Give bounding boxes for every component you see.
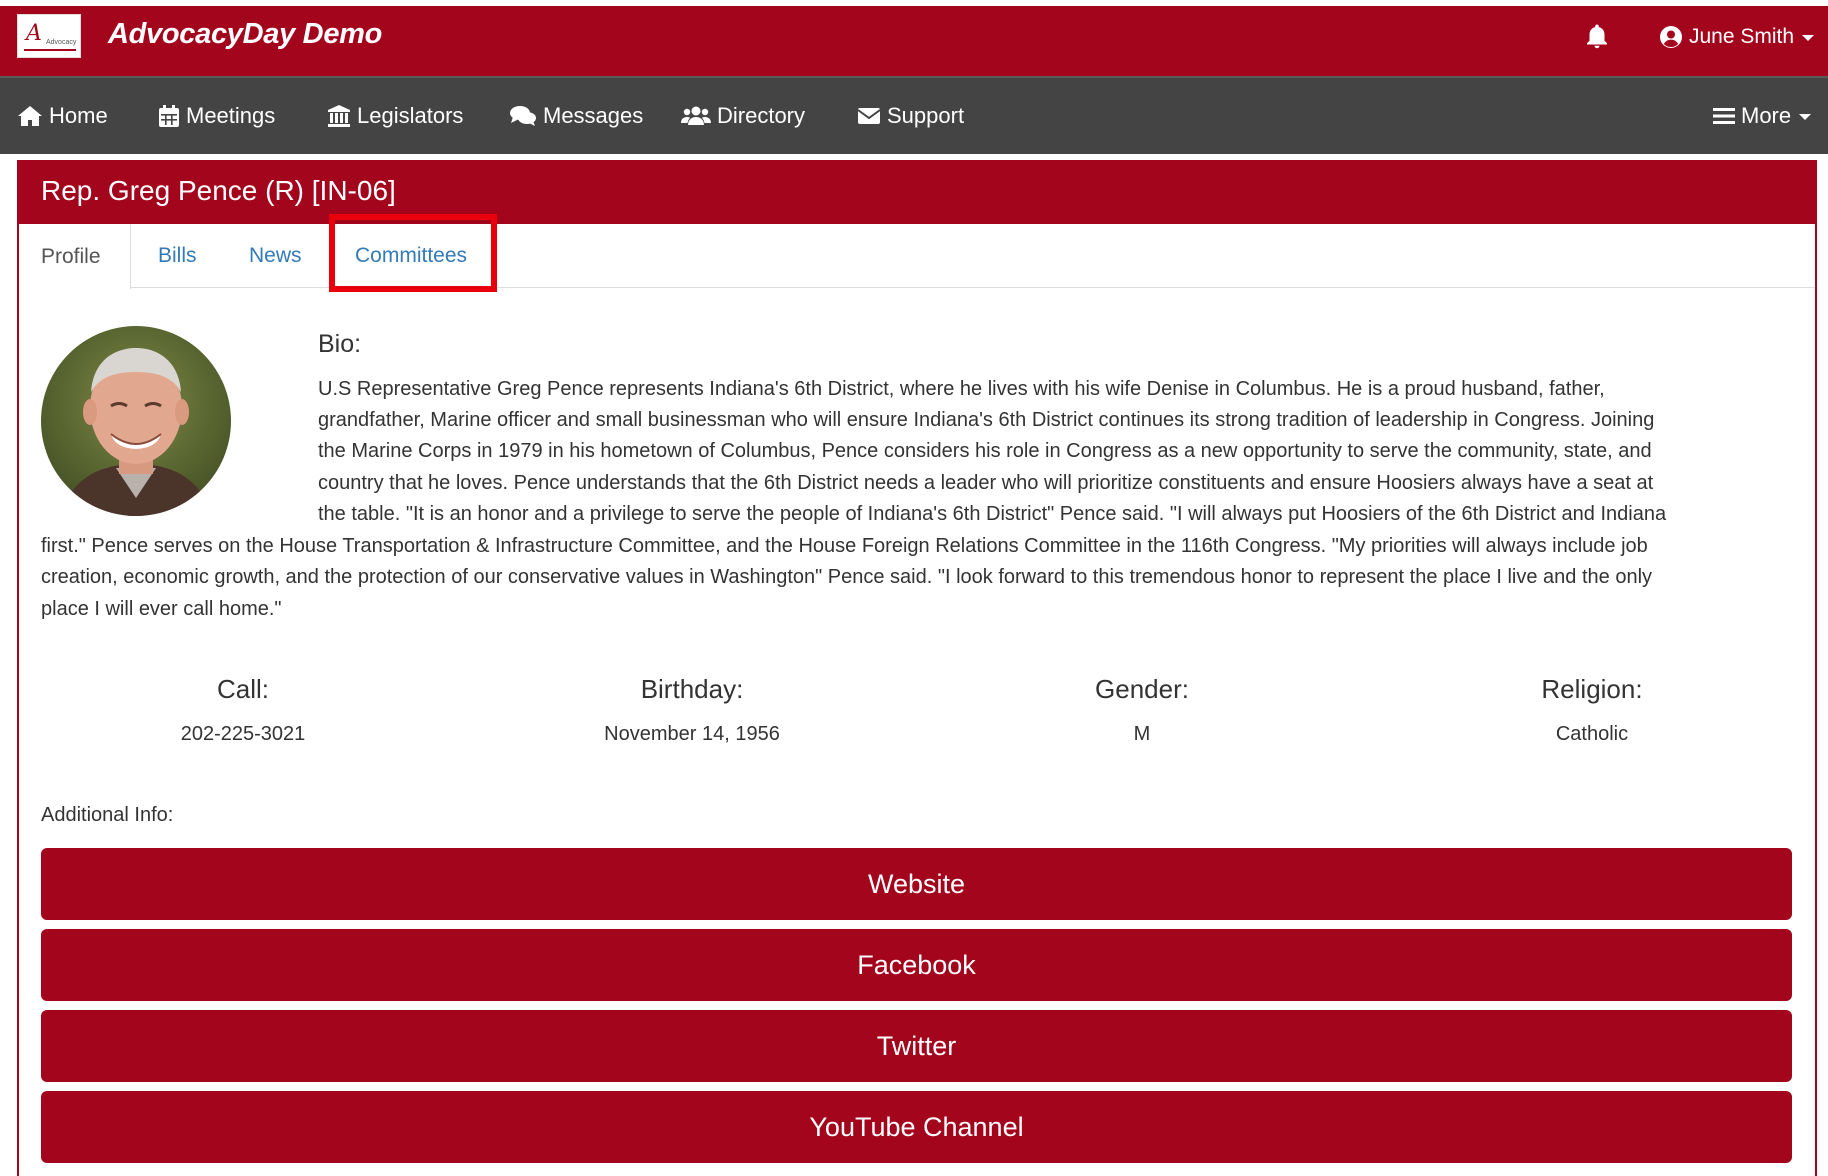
- tab-label: News: [249, 244, 302, 267]
- user-menu[interactable]: June Smith: [1659, 20, 1815, 54]
- user-circle-icon: [1660, 26, 1682, 48]
- bio-text-line: place I will ever call home.": [41, 598, 282, 620]
- bio-text-line: the Marine Corps in 1979 in his hometown…: [318, 440, 1652, 462]
- bio-text-line: first." Pence serves on the House Transp…: [41, 535, 1648, 557]
- stat-value: M: [1133, 723, 1151, 745]
- calendar-icon: [159, 105, 179, 127]
- stat-label: Birthday:: [640, 674, 744, 704]
- comments-icon: [510, 106, 536, 126]
- nav-support[interactable]: Support: [857, 98, 964, 134]
- profile-tabs: Profile Bills News Committees: [19, 224, 1815, 289]
- twitter-button[interactable]: Twitter: [41, 1010, 1792, 1082]
- legislator-panel: Rep. Greg Pence (R) [IN-06] Profile Bill…: [17, 160, 1817, 1176]
- institution-icon: [328, 105, 350, 127]
- tab-news[interactable]: News: [249, 224, 302, 288]
- envelope-icon: [857, 108, 881, 124]
- user-name: June Smith: [1689, 25, 1795, 48]
- website-button[interactable]: Website: [41, 848, 1792, 920]
- tab-label: Profile: [41, 244, 101, 268]
- tab-label: Bills: [158, 244, 197, 267]
- users-icon: [681, 106, 711, 125]
- facebook-button[interactable]: Facebook: [41, 929, 1792, 1001]
- nav-label: Messages: [543, 103, 644, 128]
- home-icon: [18, 106, 42, 126]
- nav-label: Legislators: [357, 103, 464, 128]
- nav-meetings[interactable]: Meetings: [158, 98, 275, 134]
- stat-call: Call: 202-225-3021: [33, 674, 453, 746]
- stat-value: November 14, 1956: [604, 723, 780, 745]
- menu-icon: [1713, 108, 1735, 124]
- bio-text-line: creation, economic growth, and the prote…: [41, 566, 1653, 588]
- bell-icon[interactable]: [1582, 22, 1612, 52]
- nav-more-label: More: [1741, 103, 1792, 128]
- nav-label: Meetings: [186, 103, 276, 128]
- bio-text-line: the table. "It is an honor and a privile…: [318, 503, 1667, 525]
- stat-birthday: Birthday: November 14, 1956: [482, 674, 902, 746]
- bio-label: Bio:: [318, 330, 362, 358]
- logo-text: Advocacy: [46, 39, 77, 46]
- chevron-down-icon: [1802, 35, 1815, 41]
- stat-gender: Gender: M: [932, 674, 1352, 746]
- nav-directory[interactable]: Directory: [681, 98, 805, 134]
- panel-header: Rep. Greg Pence (R) [IN-06]: [19, 162, 1815, 224]
- stat-label: Gender:: [1095, 674, 1189, 704]
- stat-religion: Religion: Catholic: [1382, 674, 1802, 746]
- nav-label: Support: [887, 103, 965, 128]
- nav-home[interactable]: Home: [17, 98, 108, 134]
- app-title[interactable]: AdvocacyDay Demo: [108, 18, 382, 51]
- chevron-down-icon: [1799, 114, 1812, 120]
- legislator-photo: [41, 326, 231, 516]
- additional-info-label: Additional Info:: [41, 804, 174, 826]
- bio-text-line: grandfather, Marine officer and small bu…: [318, 409, 1655, 431]
- tab-bills[interactable]: Bills: [158, 224, 197, 288]
- nav-messages[interactable]: Messages: [509, 98, 643, 134]
- stat-value: Catholic: [1555, 723, 1629, 745]
- stat-label: Call:: [216, 674, 269, 704]
- legislator-name: Rep. Greg Pence (R) [IN-06]: [41, 175, 396, 206]
- main-nav: Home Meetings Legislators Messages Direc…: [0, 76, 1828, 154]
- tab-profile[interactable]: Profile: [19, 224, 131, 289]
- nav-legislators[interactable]: Legislators: [327, 98, 463, 134]
- bio-text-line: U.S Representative Greg Pence represents…: [318, 378, 1605, 400]
- nav-label: Home: [49, 103, 108, 128]
- nav-label: Directory: [717, 103, 806, 128]
- committees-highlight: [329, 214, 497, 292]
- youtube-button[interactable]: YouTube Channel: [41, 1091, 1792, 1163]
- phone-number[interactable]: 202-225-3021: [33, 723, 453, 746]
- nav-more[interactable]: More: [1713, 98, 1812, 134]
- stat-label: Religion:: [1541, 674, 1643, 704]
- app-logo[interactable]: A Advocacy: [17, 14, 81, 58]
- top-bar: A Advocacy AdvocacyDay Demo June Smith: [0, 0, 1828, 76]
- bio-text-line: country that he loves. Pence understands…: [318, 472, 1654, 494]
